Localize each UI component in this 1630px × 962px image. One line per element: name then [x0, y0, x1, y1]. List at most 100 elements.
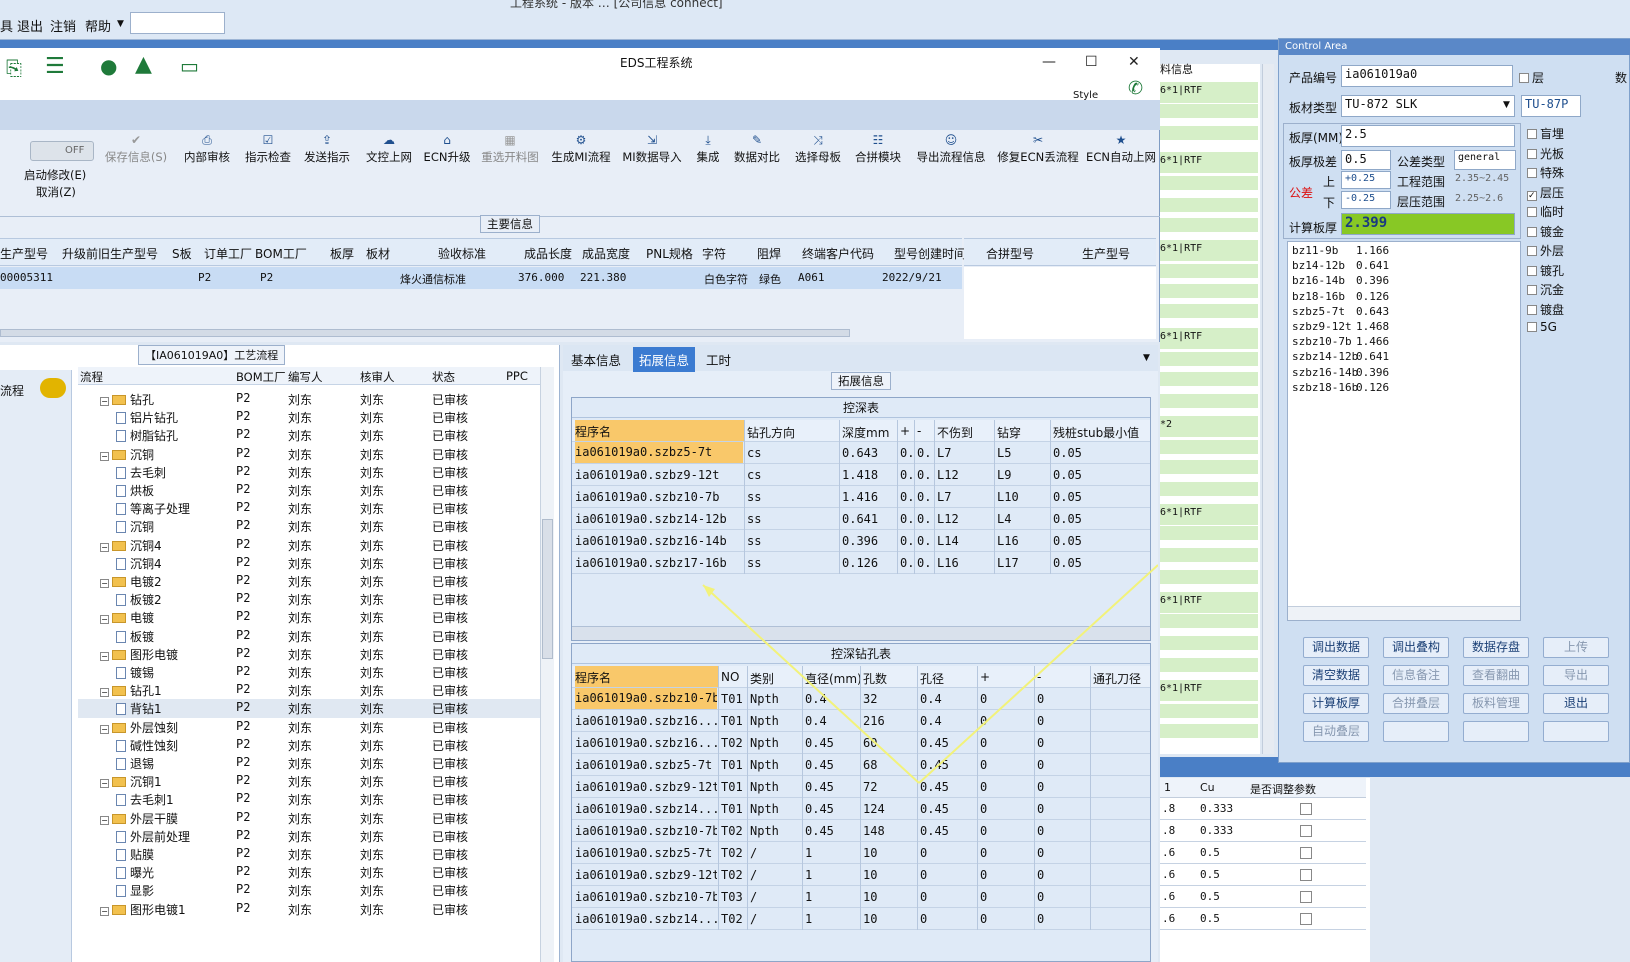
toolbar-combo[interactable]: [130, 12, 225, 34]
stripe-row[interactable]: 6*1|RTF: [1160, 328, 1258, 349]
action-button[interactable]: 导出: [1543, 665, 1609, 686]
checkbox-box[interactable]: [1527, 304, 1537, 315]
checkbox-box[interactable]: [1527, 207, 1537, 217]
pole-select[interactable]: 0.5: [1341, 150, 1391, 170]
tree-node[interactable]: 曝光: [116, 864, 154, 881]
tree-node[interactable]: − 外层干膜: [100, 810, 178, 827]
tree-node[interactable]: 沉铜4: [116, 555, 162, 572]
adjust-checkbox[interactable]: [1300, 825, 1312, 837]
adjust-checkbox[interactable]: [1300, 913, 1312, 925]
adjust-checkbox[interactable]: [1300, 869, 1312, 881]
stripe-row[interactable]: 6*1|RTF: [1160, 592, 1258, 613]
tree-row[interactable]: 贴膜 P2 刘东 刘东 已审核: [78, 845, 540, 863]
checkbox-box[interactable]: ✓: [1527, 190, 1537, 201]
option-checkbox[interactable]: 临时: [1527, 203, 1564, 220]
tree-row[interactable]: − 电镀 P2 刘东 刘东 已审核: [78, 608, 540, 626]
stripe-row[interactable]: 6*1|RTF: [1160, 504, 1258, 525]
tree-row[interactable]: − 钻孔1 P2 刘东 刘东 已审核: [78, 681, 540, 699]
user-icon[interactable]: ●: [100, 54, 117, 78]
expand-toggle-icon[interactable]: −: [100, 779, 109, 789]
tree-row[interactable]: 镀锡 P2 刘东 刘东 已审核: [78, 663, 540, 681]
stripe-row[interactable]: 6*1|RTF: [1160, 152, 1258, 173]
tree-row[interactable]: − 沉铜4 P2 刘东 刘东 已审核: [78, 536, 540, 554]
product-input[interactable]: ia061019a0: [1341, 65, 1513, 87]
option-checkbox[interactable]: 光板: [1527, 145, 1564, 162]
option-checkbox[interactable]: 特殊: [1527, 164, 1564, 181]
board-select[interactable]: TU-872 SLK: [1341, 95, 1515, 117]
checkbox-box[interactable]: [1527, 168, 1537, 178]
option-checkbox[interactable]: 沉金: [1527, 281, 1564, 298]
tree-node[interactable]: 树脂钻孔: [116, 427, 178, 444]
action-button[interactable]: 调出数据: [1303, 637, 1369, 658]
layer-check[interactable]: 层: [1519, 69, 1544, 86]
scroll-thumb[interactable]: [542, 519, 553, 659]
menu-logout[interactable]: 注销: [50, 16, 76, 35]
action-button[interactable]: [1463, 721, 1529, 742]
tree-row[interactable]: − 电镀2 P2 刘东 刘东 已审核: [78, 572, 540, 590]
action-button[interactable]: 清空数据: [1303, 665, 1369, 686]
action-button[interactable]: [1543, 721, 1609, 742]
tree-row[interactable]: 铝片钻孔 P2 刘东 刘东 已审核: [78, 408, 540, 426]
tree-row[interactable]: − 图形电镀1 P2 刘东 刘东 已审核: [78, 900, 540, 918]
tree-row[interactable]: 曝光 P2 刘东 刘东 已审核: [78, 863, 540, 881]
menu-help[interactable]: 帮助: [85, 16, 111, 35]
monitor-icon[interactable]: ▭: [180, 54, 199, 78]
tree-row[interactable]: − 沉铜1 P2 刘东 刘东 已审核: [78, 772, 540, 790]
option-checkbox[interactable]: 镀金: [1527, 223, 1564, 240]
stripe-row[interactable]: 6*1|RTF: [1160, 680, 1258, 701]
tree-node[interactable]: − 电镀: [100, 609, 154, 626]
tree-node[interactable]: 板镀: [116, 628, 154, 645]
tree-row[interactable]: 烘板 P2 刘东 刘东 已审核: [78, 481, 540, 499]
thick-input[interactable]: 2.5: [1341, 125, 1515, 147]
tol-down-input[interactable]: -0.25: [1341, 191, 1391, 209]
tree-row[interactable]: − 外层干膜 P2 刘东 刘东 已审核: [78, 809, 540, 827]
tree-node[interactable]: 外层前处理: [116, 828, 190, 845]
tree-row[interactable]: 等离子处理 P2 刘东 刘东 已审核: [78, 499, 540, 517]
toolbar-btn-13[interactable]: ☺ 导出流程信息: [906, 133, 996, 198]
tree-row[interactable]: − 图形电镀 P2 刘东 刘东 已审核: [78, 645, 540, 663]
tree-row[interactable]: 去毛刺1 P2 刘东 刘东 已审核: [78, 790, 540, 808]
expand-toggle-icon[interactable]: −: [100, 651, 109, 661]
chevron-down-icon[interactable]: ▼: [1503, 100, 1510, 110]
board2-input[interactable]: TU-87P: [1521, 95, 1581, 117]
horizontal-scrollbar[interactable]: [0, 329, 850, 337]
tree-row[interactable]: 背钻1 P2 刘东 刘东 已审核: [78, 699, 540, 718]
tree-row[interactable]: 去毛刺 P2 刘东 刘东 已审核: [78, 463, 540, 481]
chart-icon[interactable]: ▲: [135, 52, 152, 77]
action-button[interactable]: 数据存盘: [1463, 637, 1529, 658]
option-checkbox[interactable]: 镀孔: [1527, 262, 1564, 279]
tree-row[interactable]: − 外层蚀刻 P2 刘东 刘东 已审核: [78, 718, 540, 736]
checkbox-box[interactable]: [1527, 129, 1537, 139]
action-button[interactable]: 上传: [1543, 637, 1609, 658]
tree-row[interactable]: 外层前处理 P2 刘东 刘东 已审核: [78, 827, 540, 845]
maximize-icon[interactable]: ☐: [1085, 54, 1098, 70]
stripe-row[interactable]: 6*1|RTF: [1160, 82, 1258, 103]
start-edit-button[interactable]: 启动修改(E): [24, 167, 86, 183]
expand-toggle-icon[interactable]: −: [100, 579, 109, 588]
main-grid-row[interactable]: 00005311 P2 P2 烽火通信标准 376.000 221.380 白色字符 绿色 A0…: [0, 267, 962, 289]
edit-toggle[interactable]: OFF: [30, 141, 94, 161]
tree-node[interactable]: − 电镀2: [100, 573, 162, 590]
action-button[interactable]: [1383, 721, 1449, 742]
tree-node[interactable]: 贴膜: [116, 846, 154, 863]
phone-icon[interactable]: ✆: [1128, 78, 1143, 99]
tree-node[interactable]: − 图形电镀1: [100, 901, 186, 918]
tree-row[interactable]: 板镀2 P2 刘东 刘东 已审核: [78, 590, 540, 608]
option-checkbox[interactable]: ✓ 层压: [1527, 184, 1564, 201]
checkbox-box[interactable]: [1527, 148, 1537, 159]
tree-node[interactable]: 铝片钻孔: [116, 409, 178, 426]
tree-row[interactable]: − 钻孔 P2 刘东 刘东 已审核: [78, 390, 540, 408]
tree-node[interactable]: − 外层蚀刻: [100, 719, 178, 736]
option-checkbox[interactable]: 盲埋: [1527, 125, 1564, 142]
action-button[interactable]: 查看翻曲: [1463, 665, 1529, 686]
adjust-checkbox[interactable]: [1300, 803, 1312, 815]
tree-node[interactable]: − 沉铜4: [100, 537, 162, 554]
action-button[interactable]: 计算板厚: [1303, 693, 1369, 714]
chat-icon[interactable]: [40, 378, 66, 398]
checkbox-box[interactable]: [1527, 322, 1537, 332]
tree-node[interactable]: − 钻孔: [100, 391, 154, 408]
tol-type-select[interactable]: general: [1454, 150, 1516, 170]
toolbar-btn-15[interactable]: ★ ECN自动上网: [1076, 133, 1166, 198]
copy-icon[interactable]: ⎘: [6, 56, 22, 80]
close-icon[interactable]: ✕: [1128, 54, 1140, 70]
